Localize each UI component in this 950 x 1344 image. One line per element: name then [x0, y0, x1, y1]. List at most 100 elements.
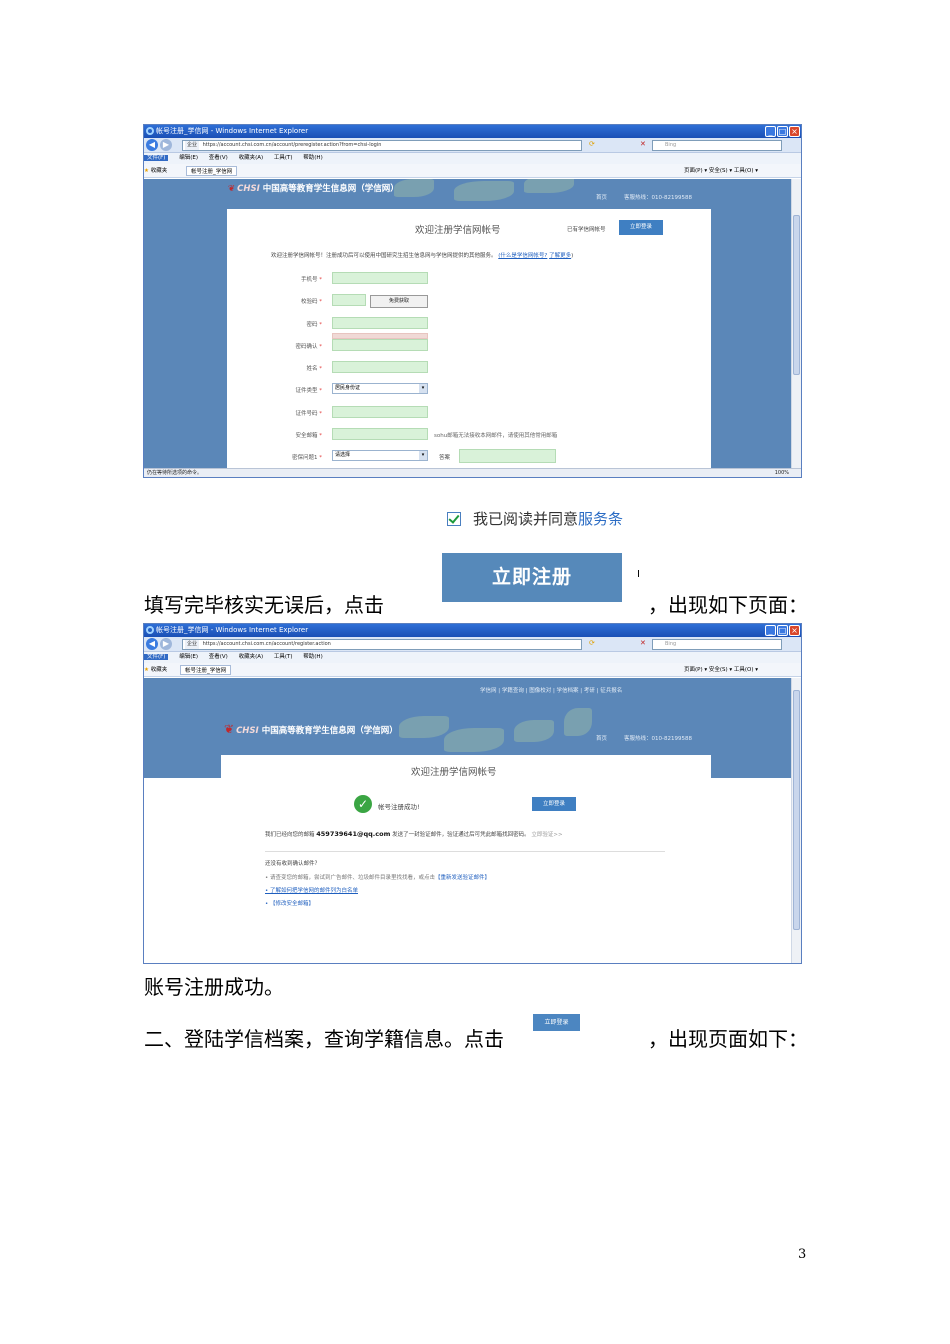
back-icon[interactable]: ◀: [146, 638, 158, 650]
minimize-icon[interactable]: _: [765, 126, 776, 137]
forward-icon[interactable]: ▶: [160, 638, 172, 650]
password-confirm-input[interactable]: [332, 339, 428, 351]
answer-label: 答案: [439, 455, 451, 461]
menu-help[interactable]: 帮助(H): [303, 155, 322, 161]
secure-badge: 企业: [185, 640, 200, 649]
menu-edit[interactable]: 编辑(E): [179, 654, 198, 660]
field-label: 姓名 *: [306, 366, 322, 372]
agree-row[interactable]: 我已阅读并同意服务条: [447, 508, 623, 529]
command-bar[interactable]: 页面(P) ▾ 安全(S) ▾ 工具(O) ▾: [684, 164, 758, 178]
cursor-icon: I: [637, 569, 640, 580]
forward-icon[interactable]: ▶: [160, 139, 172, 151]
scrollbar[interactable]: [791, 179, 801, 470]
login-button[interactable]: 立即登录: [619, 220, 663, 235]
site-logo[interactable]: ❦ CHSI 中国高等教育学生信息网（学信网）: [228, 182, 399, 194]
star-icon: ★: [144, 667, 149, 673]
name-input[interactable]: [332, 361, 428, 373]
terms-link[interactable]: 服务条: [578, 510, 623, 528]
menu-bar: 文件(F) 编辑(E) 查看(V) 收藏夹(A) 工具(T) 帮助(H): [144, 652, 801, 663]
home-link[interactable]: 首页: [596, 734, 607, 742]
logo-chsi: CHSI: [237, 184, 260, 194]
menu-file[interactable]: 文件(F): [144, 654, 169, 660]
close-icon[interactable]: ×: [789, 625, 800, 636]
leaf-decoration: [394, 179, 434, 197]
security-question-select[interactable]: 请选择 ▾: [332, 450, 428, 461]
window-title-bar: 帐号注册_学信网 - Windows Internet Explorer _ □…: [144, 125, 801, 138]
mini-login-button[interactable]: 立即登录: [533, 1014, 580, 1031]
menu-file[interactable]: 文件(F): [144, 155, 169, 161]
chevron-down-icon: ▾: [419, 384, 427, 393]
register-now-button[interactable]: 立即注册: [442, 553, 622, 602]
success-title: 欢迎注册学信网帐号: [411, 767, 497, 778]
email-input[interactable]: [332, 428, 428, 440]
success-card: 欢迎注册学信网帐号 ✓ 帐号注册成功! 立即登录 我们已经向您的邮箱 45973…: [221, 755, 711, 963]
search-input[interactable]: Bing: [652, 639, 782, 650]
url-text: https://account.chsi.com.cn/account/regi…: [202, 641, 331, 647]
id-type-select[interactable]: 居民身份证 ▾: [332, 383, 428, 394]
browser-tab[interactable]: 帐号注册_学信网: [180, 665, 232, 675]
search-input[interactable]: Bing: [652, 140, 782, 151]
id-number-input[interactable]: [332, 406, 428, 418]
page-number: 3: [798, 1247, 807, 1262]
ie-window-success: 帐号注册_学信网 - Windows Internet Explorer _ □…: [143, 623, 802, 964]
site-page: ❦ CHSI 中国高等教育学生信息网（学信网） 首页 客服热线：010-821995…: [144, 179, 792, 470]
stop-icon[interactable]: ✕: [640, 140, 646, 148]
favorites-label[interactable]: 收藏夹: [151, 168, 168, 174]
field-label: 密保问题1 *: [292, 455, 322, 461]
refresh-icon[interactable]: ⟳: [589, 140, 595, 148]
field-label: 校验码 *: [300, 299, 322, 305]
maximize-icon[interactable]: □: [777, 625, 788, 636]
ie-logo-icon: [146, 626, 154, 634]
secure-badge: 企业: [185, 141, 200, 150]
refresh-icon[interactable]: ⟳: [589, 639, 595, 647]
menu-help[interactable]: 帮助(H): [303, 654, 322, 660]
status-text: 仍在等待所选项的命令。: [147, 470, 203, 476]
divider: [265, 851, 665, 852]
scrollbar[interactable]: [791, 678, 801, 963]
zoom-level[interactable]: 100%: [775, 469, 789, 477]
window-title: 帐号注册_学信网 - Windows Internet Explorer: [156, 127, 309, 135]
verify-code-input[interactable]: [332, 294, 366, 306]
verify-now-link[interactable]: 立即验证>>: [531, 832, 562, 838]
menu-view[interactable]: 查看(V): [209, 654, 228, 660]
checkbox-checked-icon[interactable]: [447, 512, 461, 526]
hotline: 客服热线：010-82199588: [624, 195, 692, 201]
stop-icon[interactable]: ✕: [640, 639, 646, 647]
close-icon[interactable]: ×: [789, 126, 800, 137]
whitelist-link[interactable]: • 了解如何把学信网的邮件列为白名单: [265, 886, 358, 894]
url-input[interactable]: 企业 https://account.chsi.com.cn/account/r…: [182, 639, 582, 650]
login-button[interactable]: 立即登录: [532, 797, 576, 811]
get-code-button[interactable]: 免费获取: [370, 295, 428, 308]
browser-tab[interactable]: 帐号注册_学信网: [186, 166, 238, 176]
home-link[interactable]: 首页: [596, 193, 607, 201]
menu-edit[interactable]: 编辑(E): [179, 155, 198, 161]
menu-favorites[interactable]: 收藏夹(A): [239, 654, 264, 660]
top-nav[interactable]: 学信网 | 学籍查询 | 图像校对 | 学信档案 | 考研 | 征兵报名: [480, 686, 622, 694]
search-placeholder: Bing: [665, 142, 677, 148]
menu-view[interactable]: 查看(V): [209, 155, 228, 161]
password-input[interactable]: [332, 317, 428, 329]
leaf-decoration: [454, 181, 514, 201]
leaf-decoration: [444, 728, 504, 752]
window-title: 帐号注册_学信网 - Windows Internet Explorer: [156, 626, 309, 634]
learn-more-link[interactable]: 了解更多: [549, 253, 571, 259]
favorites-label[interactable]: 收藏夹: [151, 667, 168, 673]
what-is-link[interactable]: (什么是学信网帐号?: [498, 253, 547, 259]
maximize-icon[interactable]: □: [777, 126, 788, 137]
site-page: 学信网 | 学籍查询 | 图像校对 | 学信档案 | 考研 | 征兵报名 ❦ CH…: [144, 678, 792, 963]
change-email-link[interactable]: • 【修改安全邮箱】: [265, 899, 314, 907]
back-icon[interactable]: ◀: [146, 139, 158, 151]
url-input[interactable]: 企业 https://account.chsi.com.cn/account/p…: [182, 140, 582, 151]
resend-email-link[interactable]: 【重新发送验证邮件】: [435, 875, 490, 881]
answer-input[interactable]: [459, 449, 556, 463]
leaf-decoration: [514, 720, 554, 742]
command-bar[interactable]: 页面(P) ▾ 安全(S) ▾ 工具(O) ▾: [684, 663, 758, 677]
bird-logo-icon: ❦: [224, 722, 235, 736]
menu-favorites[interactable]: 收藏夹(A): [239, 155, 264, 161]
menu-tools[interactable]: 工具(T): [274, 654, 293, 660]
site-logo[interactable]: ❦ CHSI 中国高等教育学生信息网（学信网）: [224, 722, 398, 736]
menu-tools[interactable]: 工具(T): [274, 155, 293, 161]
minimize-icon[interactable]: _: [765, 625, 776, 636]
phone-input[interactable]: [332, 272, 428, 284]
field-label: 证件号码 *: [295, 411, 322, 417]
